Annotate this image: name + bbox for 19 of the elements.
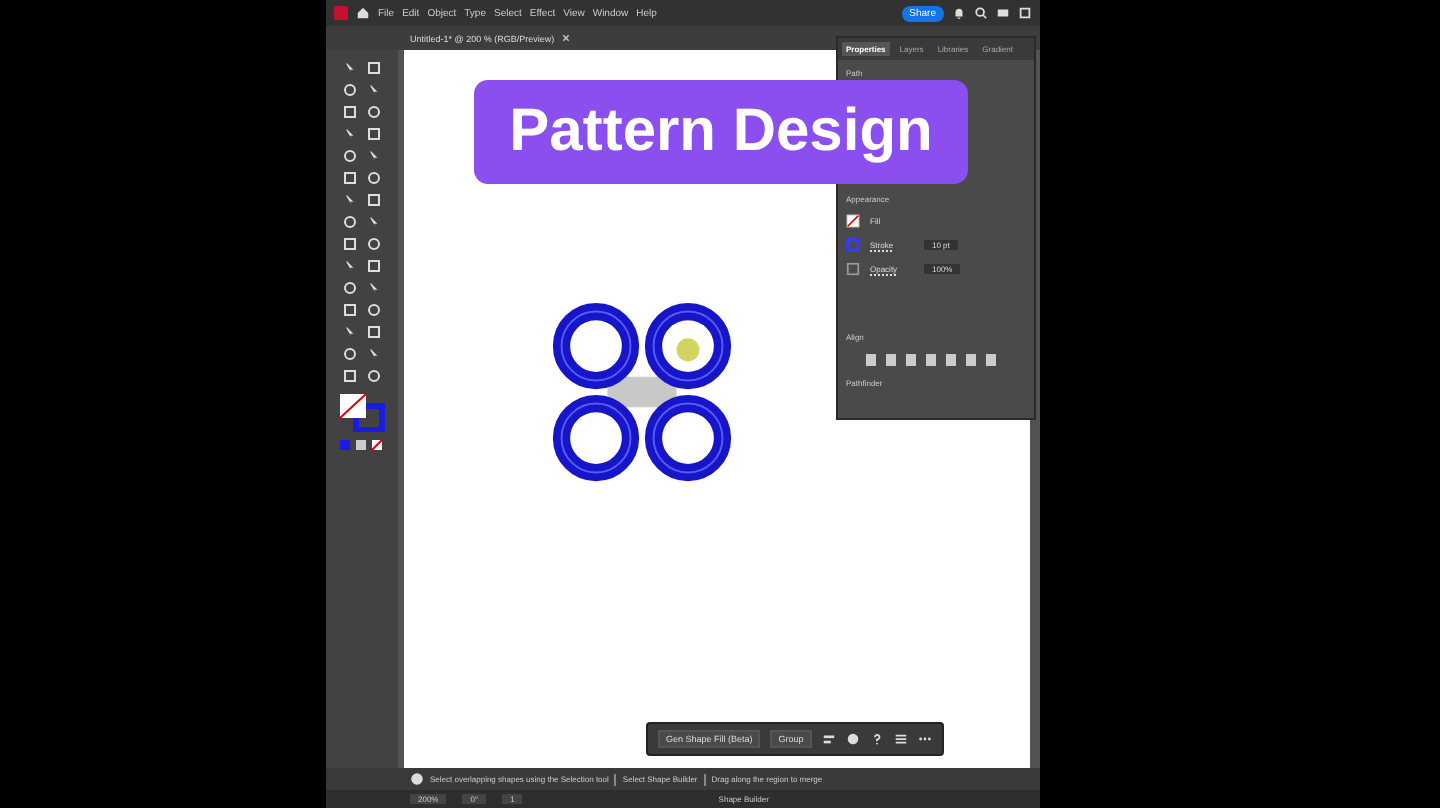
more-icon[interactable] (917, 732, 932, 746)
overlay-title: Pattern Design (474, 80, 968, 184)
close-icon[interactable] (562, 34, 571, 42)
window-icon[interactable] (1018, 6, 1032, 20)
opacity-icon (846, 262, 860, 276)
rectangle-icon[interactable] (368, 62, 380, 74)
app-logo-icon (334, 6, 348, 20)
home-icon[interactable] (356, 6, 370, 20)
help-icon[interactable] (869, 732, 884, 746)
fill-swatch-icon[interactable] (846, 214, 860, 228)
stroke-swatch-icon[interactable] (846, 238, 860, 252)
workspace-icon[interactable] (996, 6, 1010, 20)
search-icon[interactable] (974, 6, 988, 20)
align-icon[interactable] (821, 732, 836, 746)
bell-icon[interactable] (952, 6, 966, 20)
menu-icon[interactable] (893, 732, 908, 746)
fill-stroke-swatch-icon[interactable] (338, 392, 386, 432)
color-mode-icon[interactable] (338, 438, 386, 452)
rectangle-icon[interactable] (344, 370, 356, 382)
